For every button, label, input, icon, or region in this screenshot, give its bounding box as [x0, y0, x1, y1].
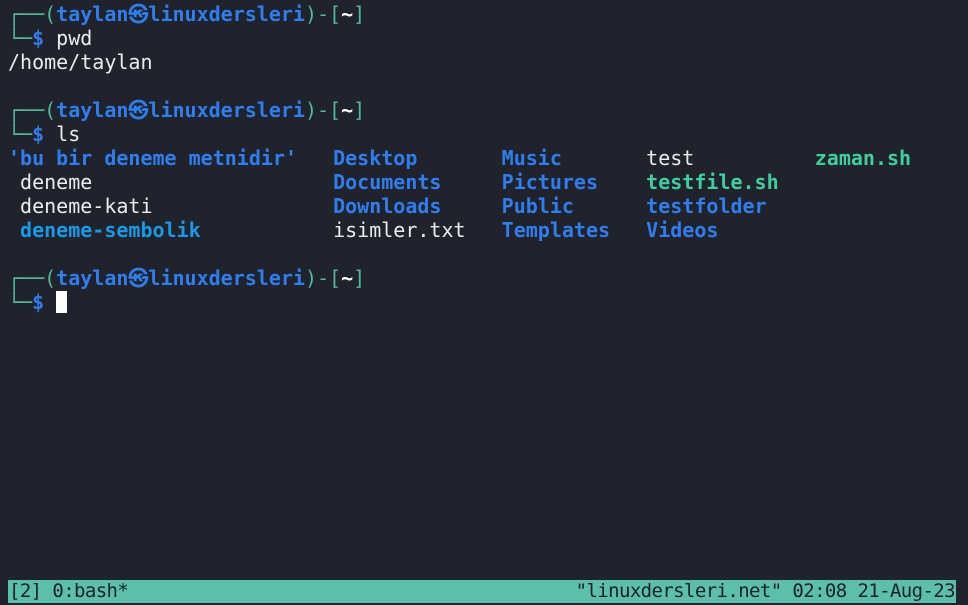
prompt-frame: )-[ — [304, 98, 342, 122]
ls-entry-dir[interactable]: Videos — [646, 218, 718, 242]
prompt-frame: ┌──( — [8, 2, 57, 26]
ls-row: deneme-kati Downloads Public testfolder — [8, 194, 968, 218]
prompt-symbol: $ — [32, 290, 45, 314]
ls-entry-file[interactable]: isimler.txt — [333, 218, 465, 242]
command-output: /home/taylan — [8, 50, 968, 74]
ls-entry-file[interactable]: deneme — [20, 170, 92, 194]
prompt-cwd: ~ — [341, 266, 354, 290]
prompt-frame: ┌──( — [8, 266, 57, 290]
prompt-input-line: └─$ pwd — [8, 26, 968, 50]
ls-entry-dir[interactable]: 'bu bir deneme metnidir' — [8, 146, 297, 170]
prompt-frame: )-[ — [304, 2, 342, 26]
ls-entry-dir[interactable]: Music — [502, 146, 562, 170]
ls-row: deneme Documents Pictures testfile.sh — [8, 170, 968, 194]
prompt-frame: └─ — [8, 290, 33, 314]
ls-entry-dir[interactable]: Templates — [502, 218, 610, 242]
ls-entry-dir[interactable]: Pictures — [502, 170, 598, 194]
ls-entry-exec[interactable]: zaman.sh — [815, 146, 911, 170]
prompt-cwd: ~ — [341, 98, 354, 122]
prompt-header: ┌──(taylan㉿linuxdersleri)-[~] — [8, 98, 968, 122]
ls-row: deneme-sembolik isimler.txt Templates Video… — [8, 218, 968, 242]
ls-entry-file[interactable]: test — [646, 146, 694, 170]
prompt-frame: ┌──( — [8, 98, 57, 122]
ls-entry-link[interactable]: deneme-sembolik — [20, 218, 201, 242]
prompt-frame: └─ — [8, 26, 33, 50]
prompt-frame: )-[ — [304, 266, 342, 290]
terminal-output[interactable]: ┌──(taylan㉿linuxdersleri)-[~] └─$ pwd/hom… — [8, 2, 968, 314]
ls-entry-dir[interactable]: Public — [502, 194, 574, 218]
status-right: "linuxdersleri.net" 02:08 21-Aug-23 — [575, 580, 956, 602]
prompt-frame: ] — [353, 2, 366, 26]
tmux-status-bar: [2] 0:bash* "linuxdersleri.net" 02:08 21… — [8, 580, 956, 603]
ls-entry-dir[interactable]: Desktop — [333, 146, 417, 170]
prompt-frame: ] — [353, 98, 366, 122]
ls-row: 'bu bir deneme metnidir' Desktop Music test… — [8, 146, 968, 170]
prompt-frame: └─ — [8, 122, 33, 146]
ls-entry-dir[interactable]: Downloads — [333, 194, 441, 218]
prompt-input-line: └─$ ls — [8, 122, 968, 146]
prompt-cwd: ~ — [341, 2, 354, 26]
prompt-symbol: $ — [32, 122, 45, 146]
prompt-header: ┌──(taylan㉿linuxdersleri)-[~] — [8, 266, 968, 290]
command-text: pwd — [44, 26, 93, 50]
prompt-frame: ] — [353, 266, 366, 290]
prompt-user-host: taylan㉿linuxdersleri — [56, 98, 305, 122]
ls-entry-file[interactable]: deneme-kati — [20, 194, 152, 218]
ls-entry-dir[interactable]: Documents — [333, 170, 441, 194]
prompt-header: ┌──(taylan㉿linuxdersleri)-[~] — [8, 2, 968, 26]
prompt-symbol: $ — [32, 26, 45, 50]
prompt-user-host: taylan㉿linuxdersleri — [56, 2, 305, 26]
prompt-input-line: └─$ — [8, 290, 968, 314]
window-list[interactable]: [2] 0:bash* — [8, 580, 129, 603]
cursor[interactable] — [56, 291, 68, 313]
prompt-user-host: taylan㉿linuxdersleri — [56, 266, 305, 290]
ls-entry-exec[interactable]: testfile.sh — [646, 170, 778, 194]
command-text: ls — [44, 122, 81, 146]
output-text: /home/taylan — [8, 50, 153, 74]
ls-entry-dir[interactable]: testfolder — [646, 194, 766, 218]
